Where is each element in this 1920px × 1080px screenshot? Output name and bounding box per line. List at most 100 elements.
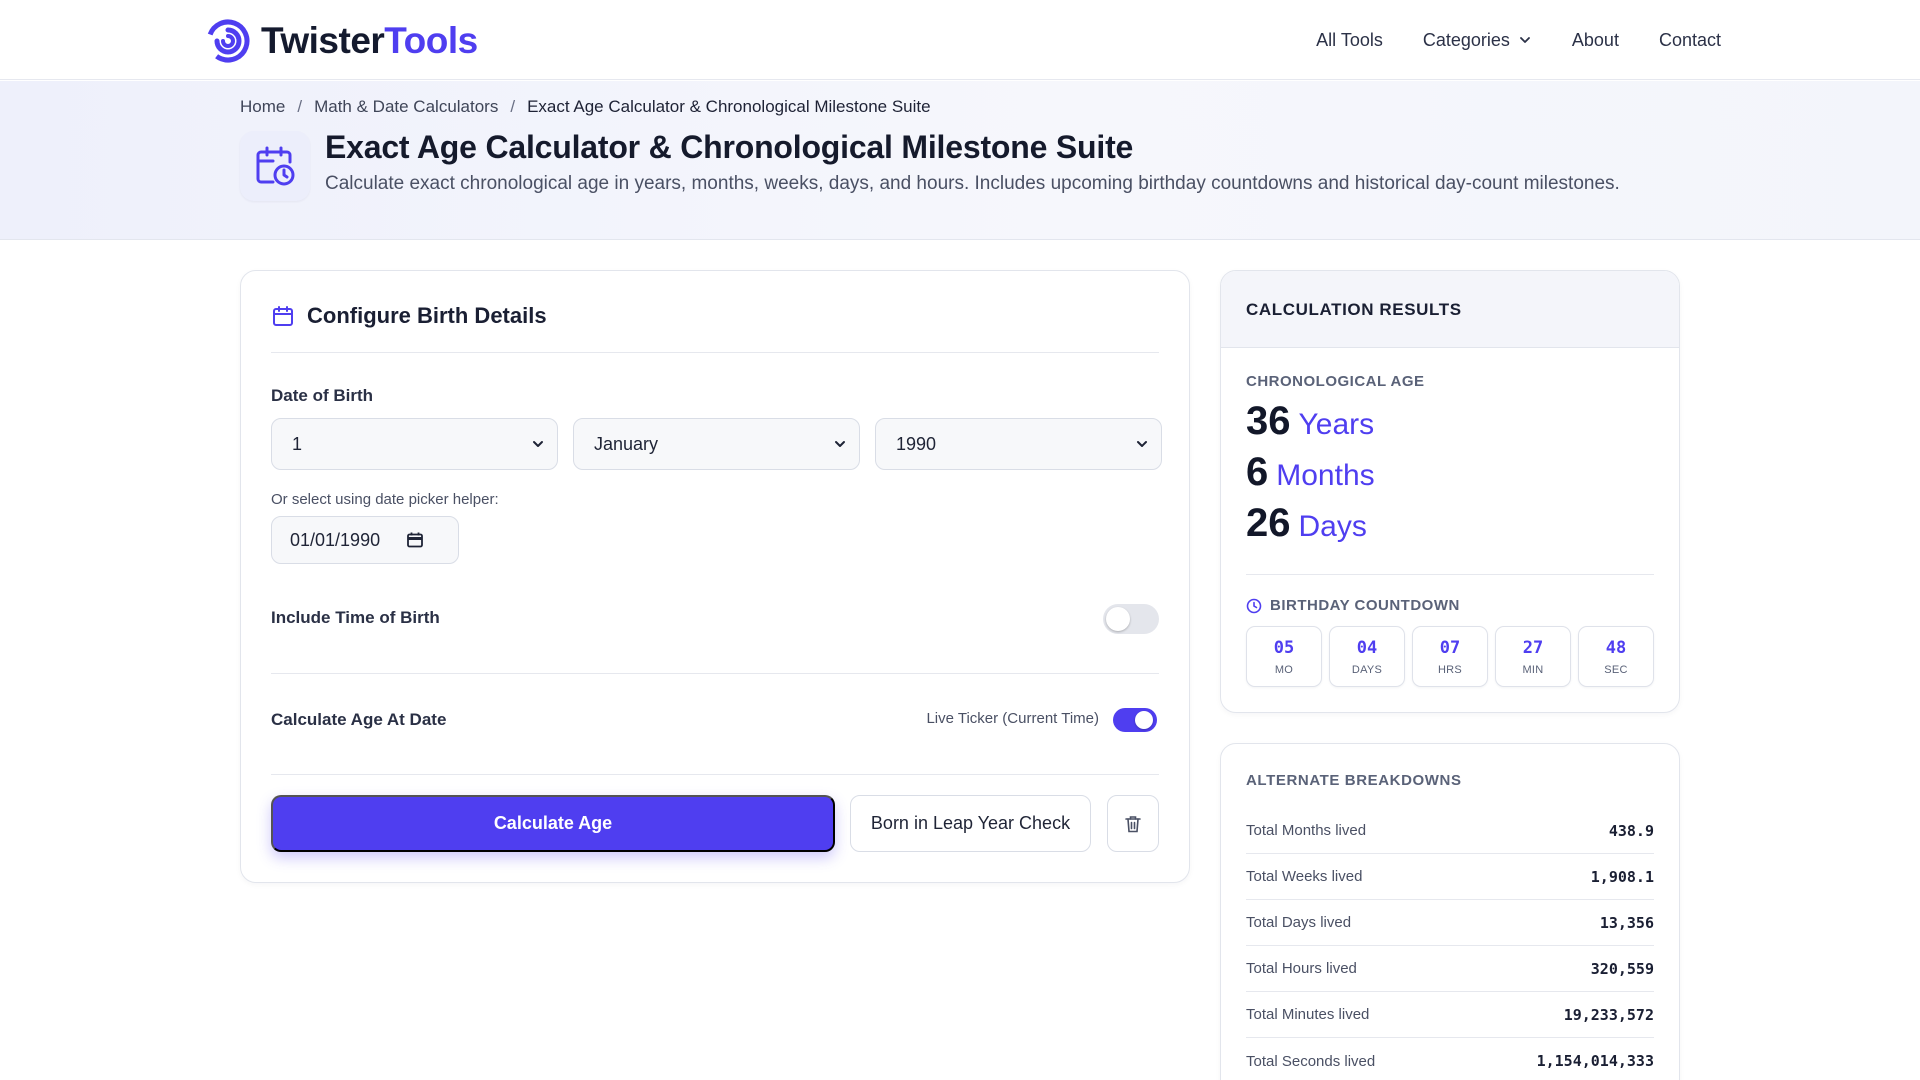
breakdown-label: Total Weeks lived [1246, 868, 1363, 885]
toggle-knob [1135, 711, 1153, 729]
age-years-value: 36 [1246, 399, 1291, 443]
breakdown-label: Total Days lived [1246, 914, 1352, 931]
nav-about[interactable]: About [1572, 30, 1619, 51]
breakdown-row: Total Seconds lived 1,154,014,333 [1246, 1038, 1654, 1080]
countdown-minutes: 27 MIN [1495, 626, 1571, 687]
age-years-unit: Years [1298, 408, 1375, 441]
countdown-seconds: 48 SEC [1578, 626, 1654, 687]
day-select[interactable]: 1 [271, 418, 558, 470]
breakdown-value: 13,356 [1599, 913, 1654, 932]
age-months: 6 Months [1246, 450, 1375, 495]
age-years: 36 Years [1246, 399, 1374, 444]
date-picker-helper-text: Or select using date picker helper: [271, 491, 499, 508]
countdown-boxes: 05 MO 04 DAYS 07 HRS 27 MIN 48 SEC [1246, 626, 1654, 687]
breakdown-row: Total Weeks lived 1,908.1 [1246, 854, 1654, 900]
alternate-breakdowns-card: ALTERNATE BREAKDOWNS Total Months lived … [1220, 743, 1680, 1080]
date-picker-value: 01/01/1990 [290, 529, 381, 550]
countdown-value: 48 [1605, 637, 1627, 658]
countdown-unit: DAYS [1351, 663, 1383, 676]
breadcrumb-current: Exact Age Calculator & Chronological Mil… [527, 97, 931, 116]
countdown-value: 27 [1522, 637, 1544, 658]
nav-categories[interactable]: Categories [1423, 30, 1532, 51]
config-card-header: Configure Birth Details [271, 303, 547, 329]
chevron-down-icon [533, 441, 543, 447]
divider [271, 352, 1159, 353]
countdown-months: 05 MO [1246, 626, 1322, 687]
time-of-birth-label: Include Time of Birth [271, 608, 440, 627]
leap-year-check-button[interactable]: Born in Leap Year Check [850, 795, 1091, 852]
nav-contact[interactable]: Contact [1659, 30, 1721, 51]
page-subtitle: Calculate exact chronological age in yea… [325, 173, 1620, 194]
chevron-down-icon [1520, 37, 1530, 43]
breakdown-value: 1,154,014,333 [1536, 1052, 1654, 1070]
year-select[interactable]: 1990 [875, 418, 1162, 470]
reset-button[interactable] [1107, 795, 1159, 852]
results-title: CALCULATION RESULTS [1246, 300, 1462, 319]
breadcrumb-separator: / [297, 97, 303, 116]
breakdown-row: Total Days lived 13,356 [1246, 900, 1654, 946]
live-ticker-toggle[interactable] [1113, 708, 1157, 732]
breadcrumb: Home / Math & Date Calculators / Exact A… [240, 97, 931, 117]
chevron-down-icon [1137, 441, 1147, 447]
config-card-title: Configure Birth Details [307, 303, 547, 328]
divider [271, 774, 1159, 775]
config-card: Configure Birth Details Date of Birth 1 … [240, 270, 1190, 883]
birthday-countdown-text: BIRTHDAY COUNTDOWN [1270, 597, 1460, 614]
results-card: CALCULATION RESULTS CHRONOLOGICAL AGE 36… [1220, 270, 1680, 713]
breakdown-value: 320,559 [1590, 959, 1654, 978]
breakdown-value: 438.9 [1608, 821, 1654, 840]
page-title: Exact Age Calculator & Chronological Mil… [325, 129, 1134, 165]
hero-section: Home / Math & Date Calculators / Exact A… [0, 81, 1920, 240]
breakdown-title: ALTERNATE BREAKDOWNS [1246, 772, 1462, 789]
countdown-days: 04 DAYS [1329, 626, 1405, 687]
clock-icon [1246, 598, 1262, 613]
breakdown-label: Total Months lived [1246, 822, 1367, 839]
countdown-unit: MO [1274, 663, 1294, 676]
breadcrumb-category[interactable]: Math & Date Calculators [314, 97, 498, 117]
countdown-hours: 07 HRS [1412, 626, 1488, 687]
brand-name-part2: Tools [384, 20, 478, 61]
breadcrumb-home[interactable]: Home [240, 97, 285, 117]
nav-all-tools[interactable]: All Tools [1316, 30, 1383, 51]
day-select-value: 1 [292, 433, 303, 454]
year-select-value: 1990 [896, 433, 937, 454]
calculate-age-button[interactable]: Calculate Age [271, 795, 835, 852]
breakdown-row: Total Hours lived 320,559 [1246, 946, 1654, 992]
divider [271, 673, 1159, 674]
breakdown-label: Total Seconds lived [1246, 1052, 1376, 1070]
spiral-logo-icon [206, 19, 250, 63]
calendar-icon[interactable] [406, 531, 424, 549]
time-of-birth-toggle[interactable] [1103, 604, 1159, 634]
brand-name-part1: Twister [261, 20, 385, 61]
countdown-value: 05 [1273, 637, 1295, 658]
age-at-date-label: Calculate Age At Date [271, 710, 447, 729]
chevron-down-icon [835, 441, 845, 447]
age-days-value: 26 [1246, 501, 1291, 545]
main-nav: All Tools Categories About Contact [1316, 0, 1721, 80]
month-select-value: January [594, 433, 659, 454]
countdown-value: 04 [1356, 637, 1378, 658]
live-ticker-label: Live Ticker (Current Time) [926, 710, 1099, 727]
breakdown-value: 1,908.1 [1590, 867, 1654, 886]
breakdown-value: 19,233,572 [1563, 1005, 1654, 1024]
results-card-header: CALCULATION RESULTS [1221, 271, 1679, 348]
age-months-unit: Months [1276, 459, 1375, 492]
countdown-unit: MIN [1522, 663, 1544, 676]
divider [1246, 574, 1654, 575]
breakdown-label: Total Hours lived [1246, 960, 1357, 977]
month-select[interactable]: January [573, 418, 860, 470]
brand-logo[interactable]: TwisterTools [203, 18, 478, 64]
calendar-clock-icon [240, 131, 310, 201]
breakdown-row: Total Minutes lived 19,233,572 [1246, 992, 1654, 1038]
chronological-age-label: CHRONOLOGICAL AGE [1246, 373, 1425, 390]
breakdown-row: Total Months lived 438.9 [1246, 808, 1654, 854]
nav-categories-label: Categories [1422, 29, 1510, 50]
calendar-icon [273, 306, 293, 326]
date-picker-input[interactable]: 01/01/1990 [271, 516, 459, 564]
birthday-countdown-label: BIRTHDAY COUNTDOWN [1246, 597, 1460, 614]
brand-name: TwisterTools [261, 20, 478, 62]
dob-label: Date of Birth [271, 386, 373, 405]
site-header: TwisterTools All Tools Categories About … [0, 0, 1920, 80]
countdown-value: 07 [1439, 637, 1461, 658]
age-days: 26 Days [1246, 501, 1367, 546]
